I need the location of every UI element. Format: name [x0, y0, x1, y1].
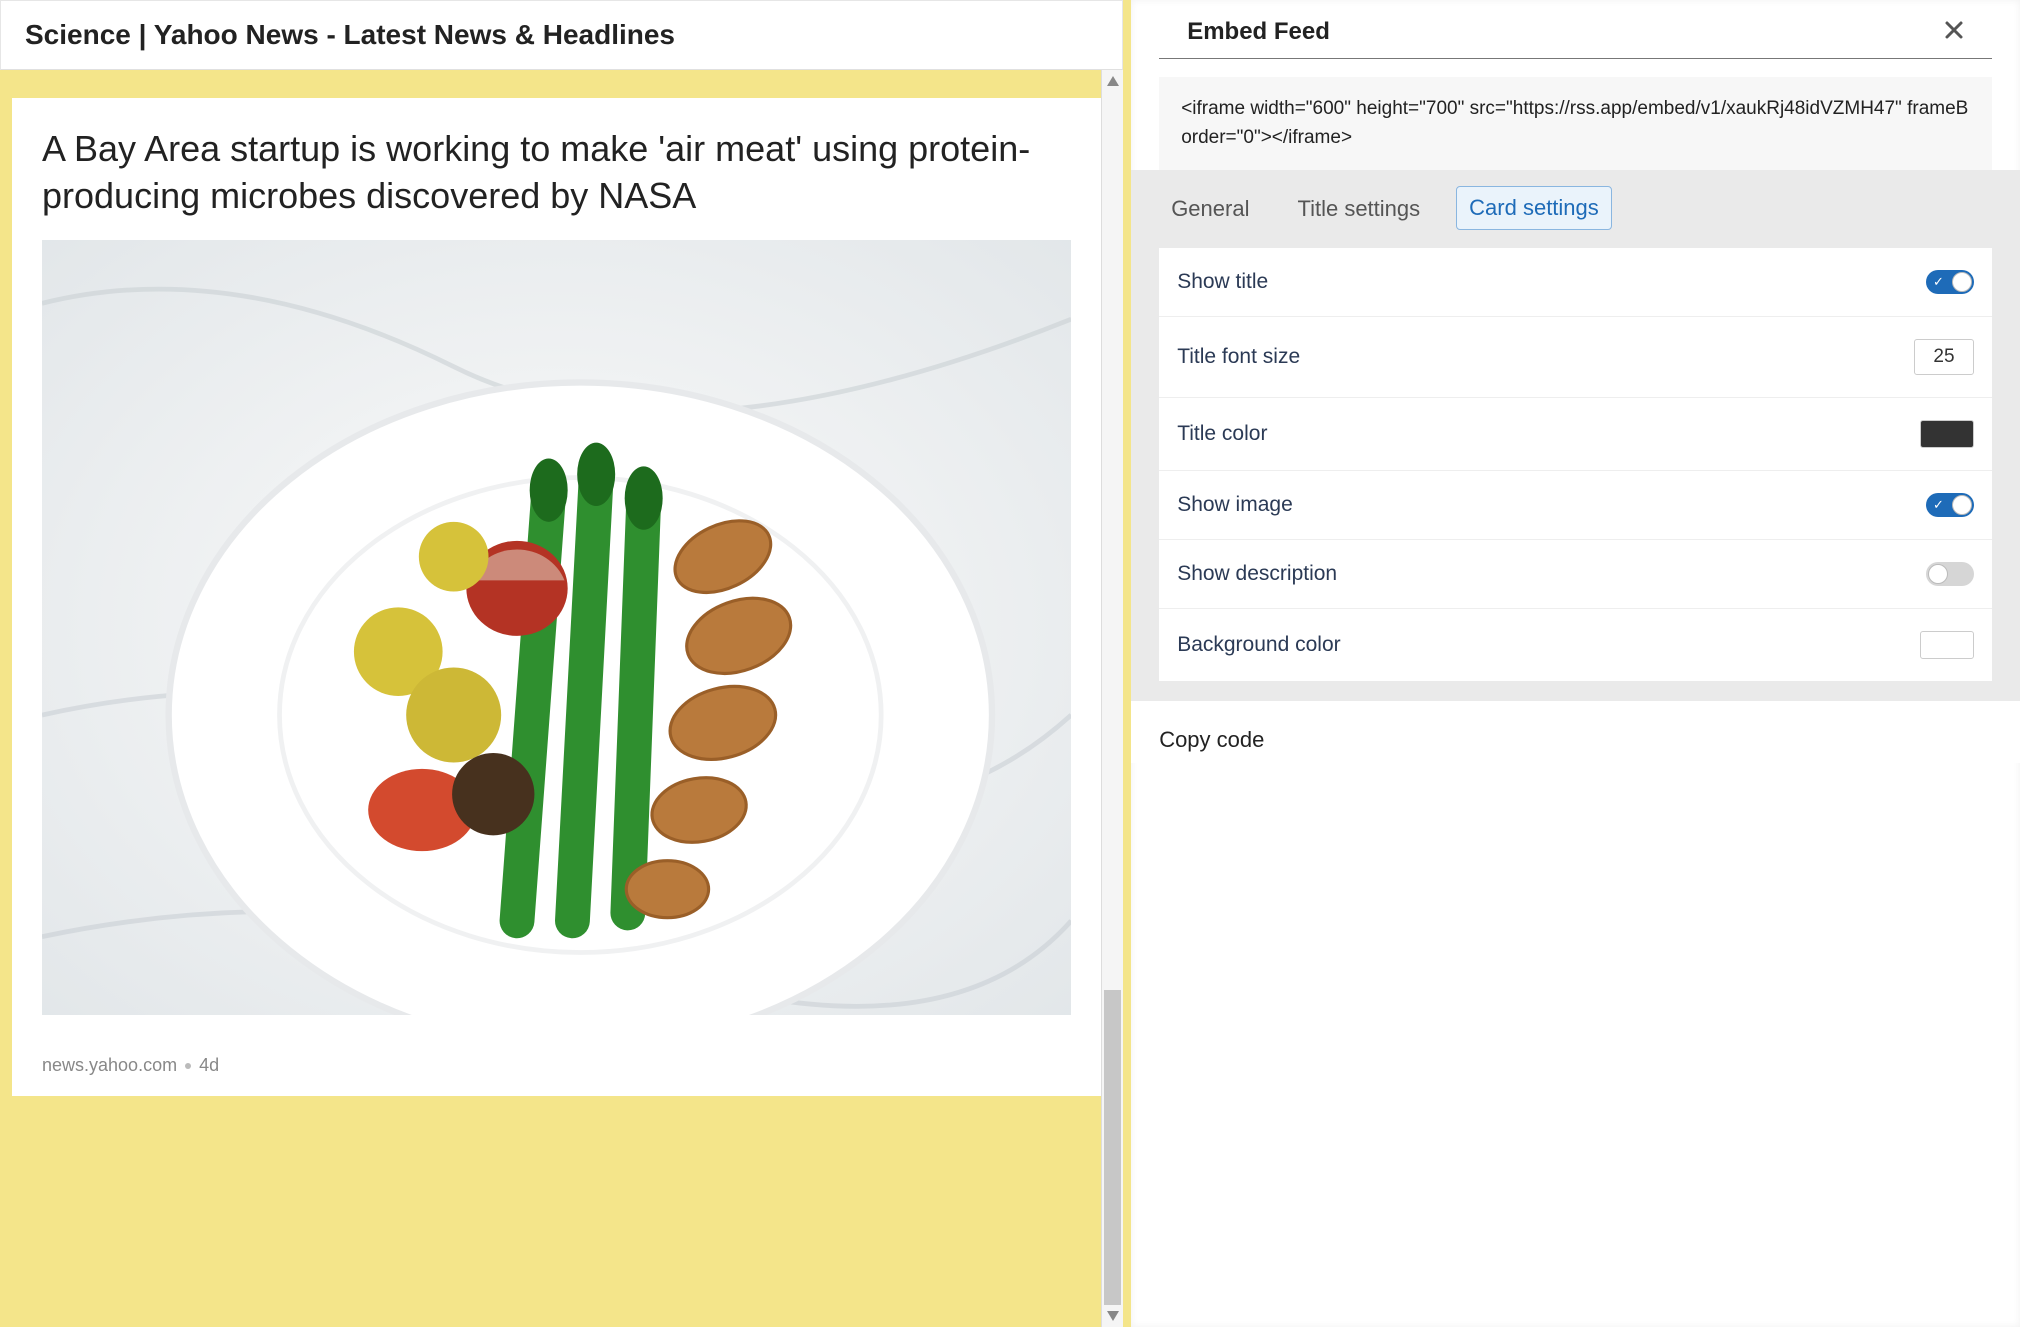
tabs-bar: General Title settings Card settings — [1131, 170, 2020, 230]
feed-header: Science | Yahoo News - Latest News & Hea… — [0, 0, 1123, 70]
card-age: 4d — [199, 1055, 219, 1076]
feed-title: Science | Yahoo News - Latest News & Hea… — [25, 19, 1098, 51]
row-show-description: Show description ✓ — [1159, 540, 1992, 609]
tab-general[interactable]: General — [1159, 188, 1261, 230]
settings-panel: Embed Feed <iframe width="600" height="7… — [1131, 0, 2020, 1327]
embed-code-box[interactable]: <iframe width="600" height="700" src="ht… — [1159, 77, 1992, 170]
row-show-title: Show title ✓ — [1159, 248, 1992, 317]
input-title-font-size[interactable] — [1914, 339, 1974, 375]
row-title-color: Title color — [1159, 398, 1992, 471]
row-background-color: Background color — [1159, 609, 1992, 681]
check-icon: ✓ — [1933, 274, 1944, 290]
close-icon[interactable] — [1944, 20, 1964, 45]
swatch-title-color[interactable] — [1920, 420, 1974, 448]
card-settings-group: Show title ✓ Title font size Title color… — [1159, 248, 1992, 681]
tab-title-settings[interactable]: Title settings — [1285, 188, 1432, 230]
feed-body: A Bay Area startup is working to make 'a… — [0, 70, 1123, 1327]
card-meta: news.yahoo.com 4d — [42, 1055, 1071, 1076]
label-show-image: Show image — [1177, 493, 1293, 517]
label-show-title: Show title — [1177, 270, 1268, 294]
scroll-up-button[interactable] — [1102, 70, 1123, 92]
copy-code-button[interactable]: Copy code — [1131, 701, 2020, 763]
label-title-color: Title color — [1177, 422, 1267, 446]
feed-scroll-area[interactable]: A Bay Area startup is working to make 'a… — [0, 70, 1101, 1327]
label-title-font-size: Title font size — [1177, 345, 1300, 369]
toggle-show-title[interactable]: ✓ — [1926, 270, 1974, 294]
scroll-track[interactable] — [1102, 92, 1123, 1305]
tab-card-settings[interactable]: Card settings — [1456, 186, 1612, 230]
meta-separator-dot — [185, 1063, 191, 1069]
label-show-description: Show description — [1177, 562, 1337, 586]
toggle-knob — [1952, 272, 1972, 292]
swatch-background-color[interactable] — [1920, 631, 1974, 659]
toggle-show-image[interactable]: ✓ — [1926, 493, 1974, 517]
card-image — [42, 240, 1071, 1016]
toggle-knob — [1928, 564, 1948, 584]
toggle-show-description[interactable]: ✓ — [1926, 562, 1974, 586]
settings-header: Embed Feed — [1159, 0, 1992, 59]
label-background-color: Background color — [1177, 633, 1340, 657]
card-title: A Bay Area startup is working to make 'a… — [42, 126, 1071, 220]
row-show-image: Show image ✓ — [1159, 471, 1992, 540]
check-icon: ✓ — [1933, 497, 1944, 513]
preview-panel: Science | Yahoo News - Latest News & Hea… — [0, 0, 1131, 1327]
toggle-knob — [1952, 495, 1972, 515]
scroll-down-button[interactable] — [1102, 1305, 1123, 1327]
feed-card[interactable]: A Bay Area startup is working to make 'a… — [12, 98, 1101, 1096]
preview-scrollbar[interactable] — [1101, 70, 1123, 1327]
row-title-font-size: Title font size — [1159, 317, 1992, 398]
card-source: news.yahoo.com — [42, 1055, 177, 1076]
settings-grey-section: General Title settings Card settings Sho… — [1131, 170, 2020, 701]
settings-title: Embed Feed — [1187, 18, 1330, 46]
scroll-thumb[interactable] — [1104, 990, 1121, 1305]
